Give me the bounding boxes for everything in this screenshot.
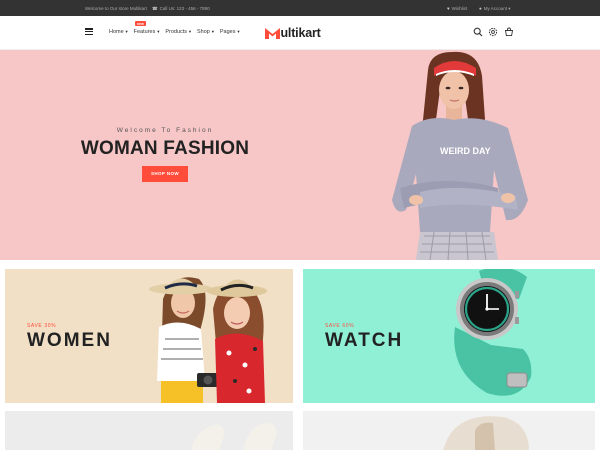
watch-title: WATCH (325, 330, 404, 351)
logo-text: ultikart (280, 26, 321, 40)
chevron-down-icon: ▾ (508, 6, 511, 11)
hero-model-image: WEIRD DAY (392, 51, 528, 260)
phone-text: Call Us: 123 - 456 - 7890 (159, 6, 210, 11)
accessories-banner-teaser[interactable] (303, 411, 595, 450)
user-icon: ● (479, 6, 482, 11)
women-collection-banner[interactable]: SAVE 30% WOMEN (5, 269, 293, 403)
hero-title: WOMAN FASHION (80, 138, 250, 159)
heart-icon: ♥ (447, 6, 450, 11)
hero-subtitle: Welcome To Fashion (116, 127, 214, 134)
women-title: WOMEN (27, 330, 112, 351)
wishlist-label: Wishlist (451, 6, 468, 11)
women-save-label: SAVE 30% (27, 323, 57, 329)
hamburger-icon[interactable] (85, 28, 93, 36)
new-badge: new (135, 21, 146, 26)
cart-icon[interactable] (504, 27, 514, 37)
phone-info: ☎ Call Us: 123 - 456 - 7890 (152, 6, 210, 12)
main-header: Home▼ Features▼ Products▼ Shop▼ Pages▼ n… (0, 16, 600, 50)
main-nav: Home▼ Features▼ Products▼ Shop▼ Pages▼ (109, 29, 240, 35)
chevron-down-icon: ▼ (124, 29, 129, 34)
accessory-image (443, 416, 529, 450)
shoes-banner-teaser[interactable] (5, 411, 293, 450)
nav-item-home[interactable]: Home▼ (109, 29, 129, 35)
hero-banner: Welcome To Fashion WOMAN FASHION SHOP NO… (0, 50, 600, 260)
nav-item-products[interactable]: Products▼ (165, 29, 192, 35)
chevron-down-icon: ▼ (156, 29, 161, 34)
account-menu[interactable]: ● My Account ▾ (479, 6, 511, 12)
women-models-image (149, 277, 267, 403)
watch-image (454, 269, 532, 396)
account-label: My Account (483, 6, 507, 11)
watch-save-label: SAVE 60% (325, 323, 355, 329)
shop-now-button[interactable]: SHOP NOW (142, 166, 188, 182)
chevron-down-icon: ▼ (188, 29, 193, 34)
chevron-down-icon: ▼ (236, 29, 241, 34)
top-bar: Welcome to Our store Multikart ☎ Call Us:… (0, 0, 600, 16)
wishlist-link[interactable]: ♥ Wishlist (447, 6, 467, 11)
site-logo[interactable]: ultikart (265, 25, 321, 41)
settings-icon[interactable] (488, 27, 498, 37)
nav-item-shop[interactable]: Shop▼ (197, 29, 215, 35)
nav-item-pages[interactable]: Pages▼ (220, 29, 241, 35)
logo-mark (265, 27, 280, 39)
phone-icon: ☎ (152, 6, 158, 11)
shirt-print: WEIRD DAY (440, 146, 491, 156)
search-icon[interactable] (473, 27, 483, 37)
watch-collection-banner[interactable]: SAVE 60% WATCH (303, 269, 595, 403)
chevron-down-icon: ▼ (210, 29, 215, 34)
welcome-text: Welcome to Our store Multikart (85, 6, 147, 11)
nav-item-features[interactable]: Features▼ (134, 29, 161, 35)
shoes-image (191, 422, 277, 450)
